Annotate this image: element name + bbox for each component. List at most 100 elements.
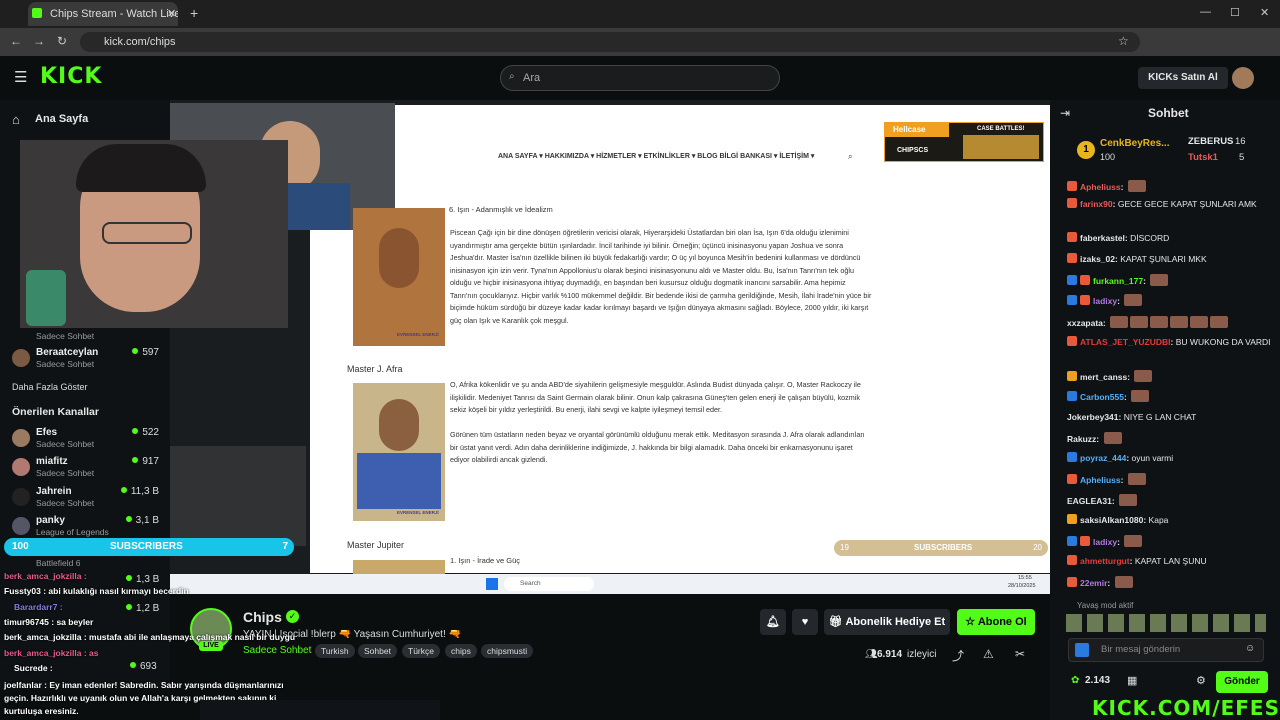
settings-icon[interactable]: ⚙ (1196, 674, 1206, 687)
avatar (12, 349, 30, 367)
browser-tab[interactable]: Chips Stream - Watch Live on K (28, 2, 178, 26)
store-icon[interactable]: ▦ (1127, 674, 1137, 687)
viewers-icon: 👥︎ (865, 649, 878, 660)
channel-name: miafitz (36, 456, 68, 467)
close-window-icon[interactable]: ✕ (1260, 6, 1269, 19)
reload-icon[interactable]: ↻ (57, 34, 67, 48)
follow-button[interactable]: ♥ (792, 609, 818, 635)
channel-name: Beraatceylan (36, 347, 99, 358)
close-tab-icon[interactable]: ✕ (167, 7, 176, 20)
show-more-link[interactable]: Daha Fazla Göster (12, 382, 88, 392)
channel-name: panky (36, 515, 65, 526)
live-badge: LIVE (199, 641, 223, 651)
subscribe-label: Abone Ol (977, 616, 1027, 628)
viewers-label: izleyici (907, 649, 937, 660)
taskbar-time: 15:55 (1018, 575, 1032, 581)
new-tab-icon[interactable]: + (190, 5, 198, 21)
chat-message: ladixy: (1067, 535, 1277, 549)
chat-message: ATLAS_JET_YUZUDBI: BU WUKONG DA VARDI (1067, 336, 1277, 349)
report-icon[interactable]: ⚠ (983, 647, 994, 661)
sidebar-partial-sub: Sadece Sohbet (36, 331, 95, 341)
sidebar-item-jahrein[interactable]: Jahrein Sadece Sohbet 11,3 B (10, 486, 165, 514)
share-icon[interactable]: ⤴ (952, 647, 964, 664)
robe (357, 453, 441, 509)
recommended-title: Önerilen Kanallar (12, 406, 99, 418)
chat-message: 22emir: (1067, 576, 1277, 590)
avatar (12, 458, 30, 476)
slow-mode-notice: Yavaş mod aktif (1077, 601, 1134, 610)
overlay-chat-line: berk_amca_jokzilla : mustafa abi ile anl… (4, 632, 296, 642)
section-title: Master J. Afra (347, 364, 403, 374)
section-title: 6. Işın - Adanmışlık ve İdealizm (449, 205, 553, 214)
taskbar-search: Search (504, 577, 594, 591)
tag-chipsmusti[interactable]: chipsmusti (481, 644, 534, 658)
chat-message: Jokerbey341: NIYE G LAN CHAT (1067, 412, 1197, 422)
channel-category: Sadece Sohbet (36, 468, 95, 478)
tag-turkce[interactable]: Türkçe (402, 644, 440, 658)
channel-category: Sadece Sohbet (36, 439, 95, 449)
overlay-chat-line: Sucrede : (14, 663, 53, 673)
stream-category[interactable]: Sadece Sohbet (243, 645, 311, 656)
section-subtitle: 1. Işın - İrade ve Güç (450, 556, 521, 565)
emote-bar[interactable] (1066, 614, 1266, 632)
channel-points[interactable]: 2.143 (1085, 675, 1110, 686)
leaderboard-name: CenkBeyRes... (1100, 138, 1170, 149)
webpage-search-icon: ⌕ (848, 152, 853, 161)
section-text: Görünen tüm üstatların neden beyaz ve or… (450, 430, 865, 464)
search-input[interactable]: Ara (500, 65, 780, 91)
minimize-icon[interactable]: — (1200, 6, 1211, 18)
collapse-chat-icon[interactable]: ⇥ (1060, 106, 1070, 120)
sub-goal: 20 (1033, 543, 1042, 552)
overlay-chat-line: Barardarr7 : (14, 602, 63, 612)
tag-chips[interactable]: chips (445, 644, 477, 658)
notification-button[interactable]: 🔔︎ (760, 609, 786, 635)
chat-message: Apheliuss: (1067, 180, 1277, 194)
overlay-chat-line: berk_amca_jokzilla : as (4, 648, 99, 658)
search-icon: ⌕ (509, 71, 515, 82)
leaderboard-score: 5 (1239, 152, 1245, 163)
forward-icon[interactable]: → (33, 34, 45, 48)
menu-icon[interactable]: ☰ (14, 68, 27, 86)
kick-favicon (32, 8, 42, 18)
buy-kicks-button[interactable]: KICKs Satın Al (1138, 67, 1228, 89)
glasses (102, 222, 192, 244)
chat-input[interactable]: Bir mesaj gönderin (1068, 638, 1264, 662)
sidebar-item-efes[interactable]: Efes Sadece Sohbet 522 (10, 427, 165, 455)
clip-icon[interactable]: ✂ (1015, 647, 1025, 661)
chat-message: xxzapata: (1067, 316, 1277, 330)
hellcase-logo: Hellcase (885, 123, 949, 137)
channel-category: League of Legends (36, 527, 109, 537)
gift-sub-button[interactable]: 🎁︎ Abonelik Hediye Et (824, 609, 950, 635)
leaderboard-name: Tutsk1 (1188, 152, 1218, 163)
star-icon: ☆ (965, 616, 978, 628)
stream-chat-overlay (170, 446, 306, 546)
hellcase-code: CHIPSCS (897, 147, 929, 154)
sidebar-home[interactable]: Ana Sayfa (35, 113, 88, 125)
back-icon[interactable]: ← (10, 34, 22, 48)
subscribe-button[interactable]: ☆ Abone Ol (957, 609, 1035, 635)
user-avatar[interactable] (1232, 67, 1254, 89)
figure (379, 228, 419, 288)
windows-taskbar (200, 700, 440, 720)
chat-message: EAGLEA31: (1067, 494, 1277, 508)
channel-category: Sadece Sohbet (36, 359, 95, 369)
maximize-icon[interactable]: ☐ (1230, 6, 1240, 19)
sidebar-item-miafitz[interactable]: miafitz Sadece Sohbet 917 (10, 456, 165, 484)
windows-start-icon (486, 578, 498, 590)
tag-turkish[interactable]: Turkish (315, 644, 355, 658)
rank-badge: 1 (1077, 141, 1095, 159)
url-field[interactable]: kick.com/chips (80, 32, 1140, 52)
channel-name[interactable]: Chips (243, 609, 282, 625)
sidebar-item-beraatceylan[interactable]: Beraatceylan Sadece Sohbet 597 (10, 347, 165, 375)
section-text: O, Afrika kökenlidir ve şu anda ABD'de s… (450, 380, 861, 414)
section-title: Master Jupiter (347, 540, 405, 550)
tag-sohbet[interactable]: Sohbet (358, 644, 397, 658)
chat-message: furkann_177: (1067, 274, 1277, 288)
kick-logo[interactable]: KICK (40, 64, 102, 89)
send-button[interactable]: Gönder (1216, 671, 1268, 693)
bookmark-star-icon[interactable]: ☆ (1118, 34, 1129, 48)
webpage-nav: ANA SAYFA ▾ HAKKIMIZDA ▾ HİZMETLER ▾ ETK… (498, 153, 815, 160)
sub-count: 100 (12, 541, 29, 552)
overlay-chat-line: joelfanlar : Ey iman edenler! Sabredin. … (4, 680, 284, 690)
emoji-icon[interactable]: ☺ (1245, 643, 1255, 654)
